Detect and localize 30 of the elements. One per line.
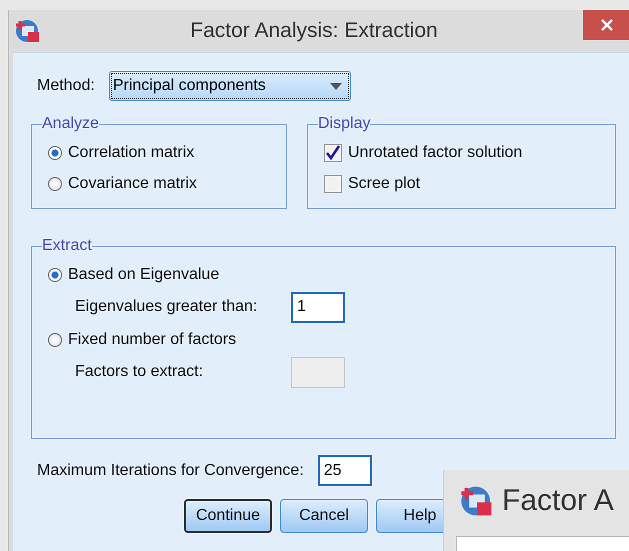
group-title: Extract [42, 237, 92, 255]
group-title: Display [318, 115, 370, 133]
radio-button[interactable] [48, 176, 62, 190]
method-dropdown[interactable]: Principal components [108, 71, 351, 101]
option-label: Based on Eigenvalue [68, 266, 220, 284]
input-field[interactable]: 25 [318, 455, 372, 486]
window-title: Factor A [502, 484, 614, 518]
radio-button[interactable] [48, 146, 62, 160]
app-icon [15, 18, 41, 44]
checkbox[interactable] [324, 144, 342, 162]
option-label: Fixed number of factors [68, 330, 236, 348]
window-title: Factor Analysis: Extraction [189, 19, 439, 43]
field-label: Eigenvalues greater than: [75, 298, 258, 316]
method-label: Method: [37, 77, 95, 95]
caret-icon [330, 82, 342, 90]
dialog-button[interactable]: Cancel [280, 499, 368, 533]
option-label: Correlation matrix [68, 144, 194, 162]
radio-button[interactable] [48, 268, 62, 282]
close-button[interactable] [583, 10, 629, 40]
close-icon [600, 18, 614, 32]
dialog-button[interactable]: Continue [184, 499, 272, 533]
iterations-label: Maximum Iterations for Convergence: [37, 462, 304, 480]
group-title: Analyze [42, 115, 99, 133]
option-label: Scree plot [348, 174, 420, 192]
input-field[interactable]: 1 [291, 292, 345, 322]
option-label: Unrotated factor solution [348, 144, 522, 162]
field-label: Factors to extract: [75, 363, 204, 381]
app-icon [460, 484, 494, 518]
option-label: Covariance matrix [68, 174, 197, 192]
checkbox[interactable] [324, 174, 342, 192]
